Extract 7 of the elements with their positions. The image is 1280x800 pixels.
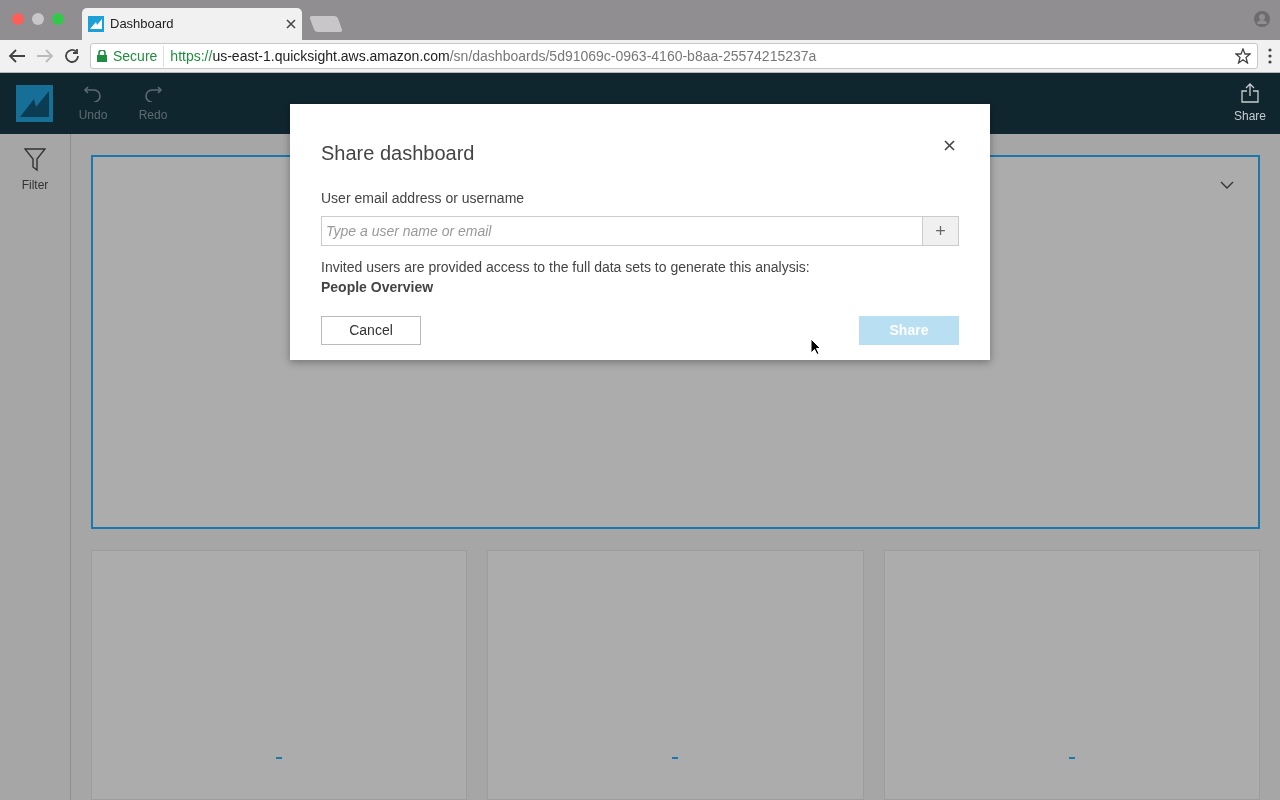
url-text: https://us-east-1.quicksight.aws.amazon.com/sn/dashboards/5d91069c-0963-4160-b8aa-25574215237a [170,46,818,66]
secure-label: Secure [113,45,165,67]
dialog-title: Share dashboard [321,141,475,166]
access-note: Invited users are provided access to the full data sets to generate this analysis: [321,258,811,277]
tab-title: Dashboard [110,15,175,34]
dataset-name: People Overview [321,278,435,297]
field-label: User email address or username [321,189,526,208]
